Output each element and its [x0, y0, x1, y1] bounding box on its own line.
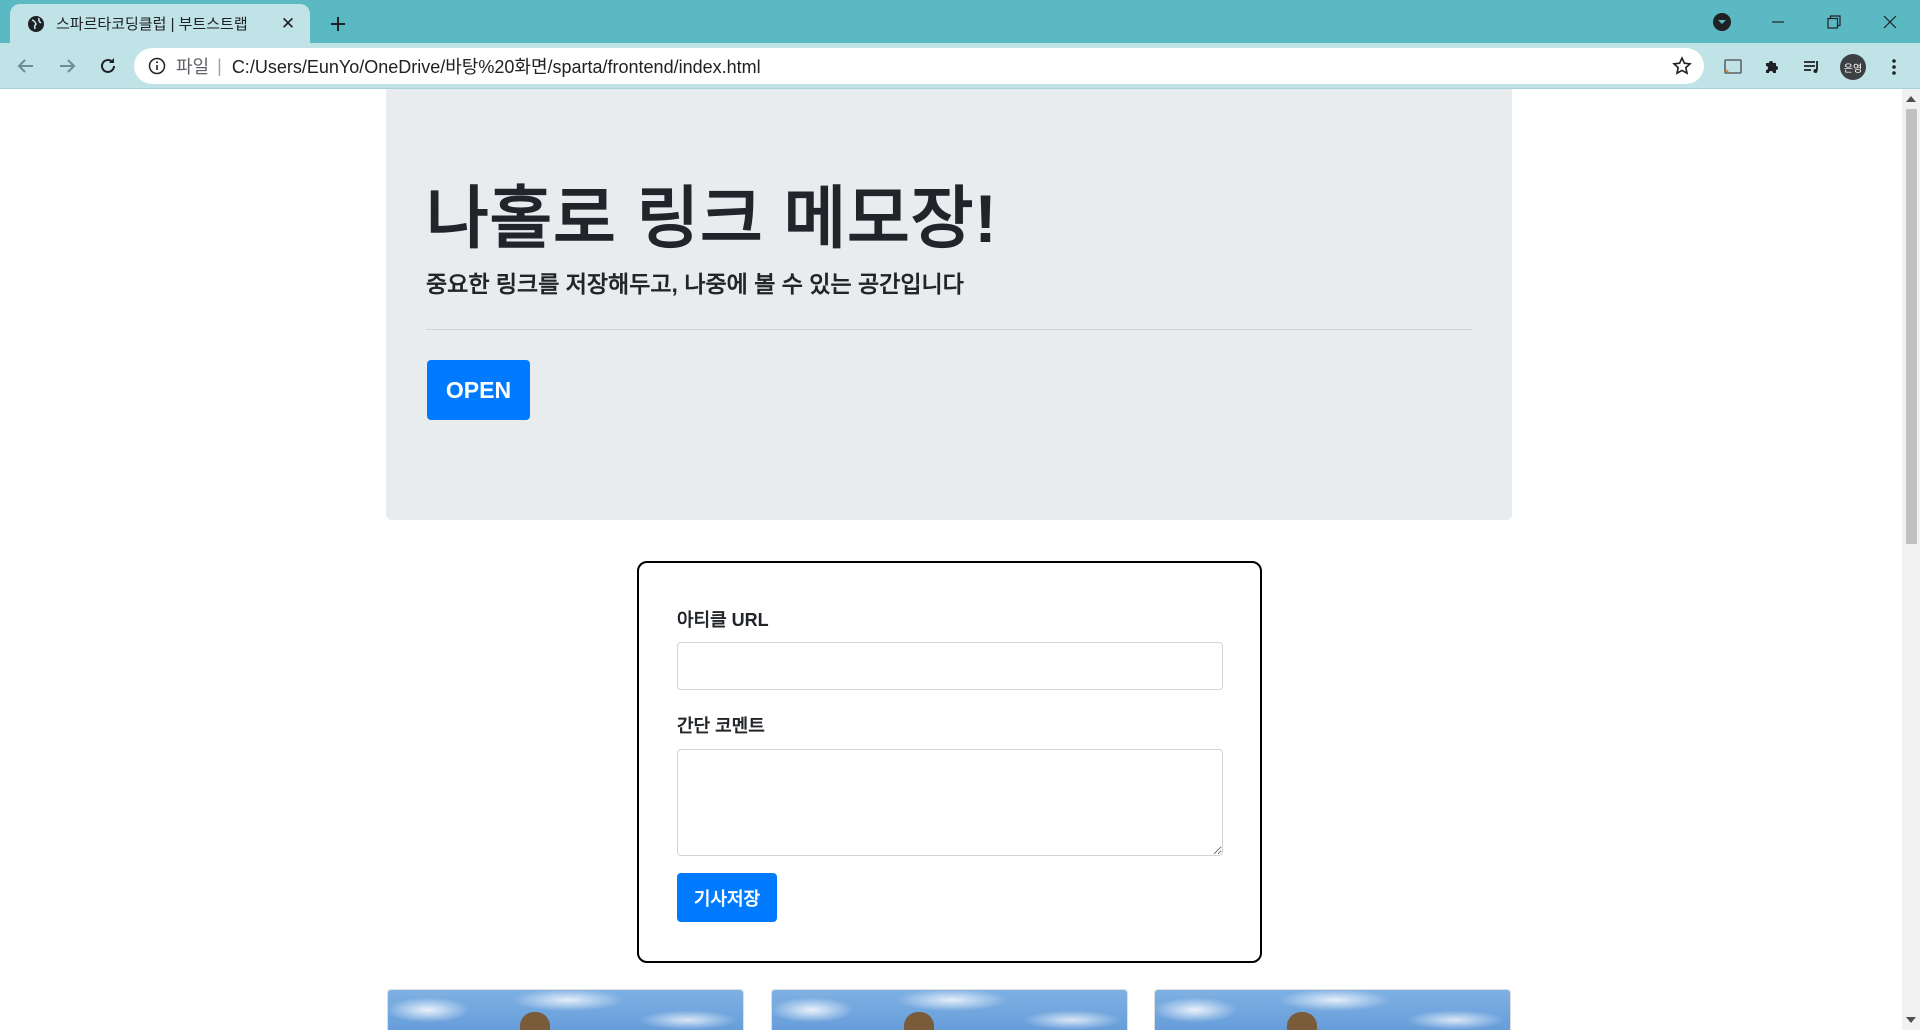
browser-tab[interactable]: 스파르타코딩클럽 | 부트스트랩 ✕	[10, 4, 310, 43]
close-icon	[1883, 15, 1897, 28]
divider	[426, 329, 1472, 330]
puzzle-icon	[1766, 61, 1778, 73]
restore-icon	[1827, 14, 1841, 29]
globe-icon	[28, 15, 44, 32]
info-icon[interactable]	[148, 57, 166, 75]
menu-button[interactable]	[1882, 55, 1906, 79]
card-image	[772, 990, 1127, 1030]
plus-icon	[331, 17, 345, 31]
card-image	[388, 990, 743, 1030]
cast-icon	[1724, 59, 1742, 74]
profile-avatar[interactable]: 은영	[1840, 54, 1866, 80]
tab-search-button[interactable]	[1694, 0, 1750, 43]
page-lead: 중요한 링크를 저장해두고, 나중에 볼 수 있는 공간입니다	[426, 271, 964, 297]
page-scrollbar[interactable]	[1902, 89, 1920, 1030]
chevron-down-circle-icon	[1713, 12, 1731, 31]
comment-textarea[interactable]	[677, 749, 1223, 856]
cast-button[interactable]	[1721, 55, 1745, 79]
more-vert-icon	[1892, 59, 1896, 75]
minimize-button[interactable]	[1750, 0, 1806, 43]
url-scheme: 파일	[176, 57, 210, 77]
browser-titlebar: 스파르타코딩클럽 | 부트스트랩 ✕	[0, 0, 1920, 43]
back-button[interactable]	[10, 50, 42, 82]
article-url-input[interactable]	[677, 642, 1223, 690]
minimize-icon	[1772, 20, 1784, 23]
arrow-left-icon	[17, 59, 33, 73]
browser-toolbar: 파일 | C:/Users/EunYo/OneDrive/바탕%20화면/spa…	[0, 43, 1920, 89]
article-card[interactable]	[1154, 989, 1511, 1030]
profile-initials: 은영	[1843, 63, 1863, 75]
scrollbar-thumb[interactable]	[1906, 109, 1917, 544]
comment-label: 간단 코멘트	[677, 716, 765, 736]
page-title: 나홀로 링크 메모장!	[426, 181, 998, 257]
reload-icon	[101, 58, 115, 73]
url-separator: |	[217, 55, 222, 76]
forward-button[interactable]	[51, 50, 83, 82]
extensions-button[interactable]	[1760, 55, 1784, 79]
address-bar[interactable]: 파일 | C:/Users/EunYo/OneDrive/바탕%20화면/spa…	[134, 48, 1704, 84]
star-icon[interactable]	[1672, 56, 1692, 76]
article-card[interactable]	[771, 989, 1128, 1030]
jumbotron: 나홀로 링크 메모장! 중요한 링크를 저장해두고, 나중에 볼 수 있는 공간…	[386, 89, 1512, 520]
arrow-right-icon	[60, 59, 76, 73]
playlist-icon	[1804, 61, 1818, 73]
restore-button[interactable]	[1806, 0, 1862, 43]
scroll-down-arrow-icon[interactable]	[1906, 1017, 1916, 1023]
posting-form: 아티클 URL 간단 코멘트 기사저장	[637, 561, 1262, 963]
page-viewport: 나홀로 링크 메모장! 중요한 링크를 저장해두고, 나중에 볼 수 있는 공간…	[0, 89, 1902, 1030]
reload-button[interactable]	[92, 50, 124, 82]
article-url-label: 아티클 URL	[677, 610, 769, 630]
close-window-button[interactable]	[1862, 0, 1918, 43]
url-text[interactable]: C:/Users/EunYo/OneDrive/바탕%20화면/sparta/f…	[232, 53, 761, 79]
card-image	[1155, 990, 1510, 1030]
save-article-button[interactable]: 기사저장	[677, 873, 777, 922]
open-button[interactable]: OPEN	[427, 360, 530, 420]
scroll-up-arrow-icon[interactable]	[1906, 96, 1916, 102]
tab-title: 스파르타코딩클럽 | 부트스트랩	[56, 16, 248, 33]
article-card[interactable]	[387, 989, 744, 1030]
tab-close-icon[interactable]: ✕	[278, 14, 298, 34]
new-tab-button[interactable]	[322, 8, 354, 40]
media-button[interactable]	[1800, 55, 1824, 79]
